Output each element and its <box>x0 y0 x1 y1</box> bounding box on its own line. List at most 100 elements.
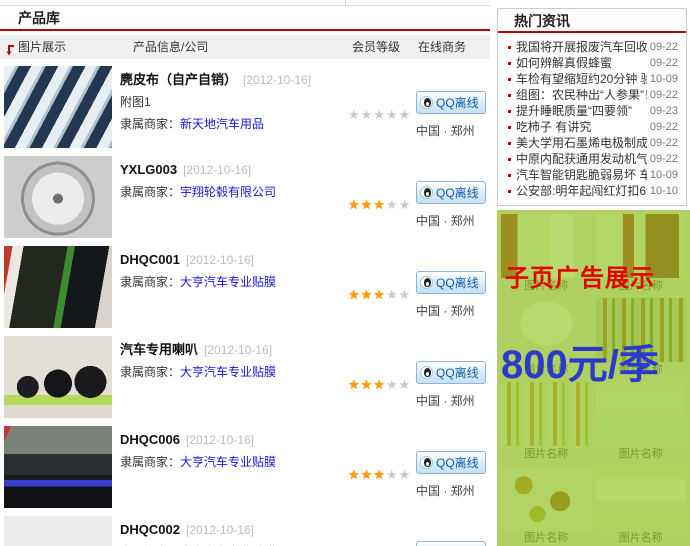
qq-penguin-icon <box>420 456 433 469</box>
hot-news-panel: 热门资讯 我国将开展报废汽车回收拆解09-22 如何辨解真假蜂蜜09-22 车检… <box>497 8 687 206</box>
page: 产品库 图片展示 产品信息/公司 会员等级 在线商务 麂皮布（自产自销） [201… <box>0 0 690 546</box>
table-header: 图片展示 产品信息/公司 会员等级 在线商务 <box>0 35 490 59</box>
member-level-stars: ★★★★★ <box>348 467 411 483</box>
product-title-link[interactable]: DHQC001 <box>120 252 180 267</box>
news-item[interactable]: 中原内配获通用发动机气缸套09-22 <box>506 151 678 167</box>
news-date: 10-09 <box>647 167 678 183</box>
news-item[interactable]: 我国将开展报废汽车回收拆解09-22 <box>506 39 678 55</box>
product-image[interactable] <box>4 246 112 328</box>
product-date: [2012-10-16] <box>183 163 251 177</box>
news-date: 09-22 <box>647 135 678 151</box>
table-row: 汽车专用喇叭 [2012-10-16] 隶属商家：大亨汽车专业贴膜 ★★★★★ Q… <box>0 333 490 423</box>
qq-offline-button[interactable]: QQ离线 <box>416 541 486 546</box>
news-date: 09-23 <box>647 103 678 119</box>
product-date: [2012-10-16] <box>186 523 254 537</box>
product-rows: 麂皮布（自产自销）[2012-10-16] 附图1 隶属商家：新天地汽车用品 ★… <box>0 63 490 546</box>
bullet-icon <box>508 190 511 193</box>
merchant-line: 隶属商家：大亨汽车专业贴膜 <box>120 361 350 383</box>
news-item[interactable]: 如何辨解真假蜂蜜09-22 <box>506 55 678 71</box>
bullet-icon <box>508 142 511 145</box>
member-level-stars: ★★★★★ <box>348 377 411 393</box>
bullet-icon <box>508 158 511 161</box>
merchant-line: 隶属商家：大亨汽车专业贴膜 <box>120 271 350 293</box>
product-info: DHQC001 [2012-10-16] 隶属商家：大亨汽车专业贴膜 <box>120 249 350 293</box>
product-location: 中国 · 郑州 <box>416 302 488 319</box>
product-date: [2012-10-16] <box>186 253 254 267</box>
column-header-image: 图片展示 <box>18 35 66 59</box>
product-image[interactable] <box>4 66 112 148</box>
news-item[interactable]: 美大学用石墨烯电极制成锂电09-22 <box>506 135 678 151</box>
merchant-link[interactable]: 宇翔轮毂有限公司 <box>180 185 276 199</box>
table-row: 麂皮布（自产自销）[2012-10-16] 附图1 隶属商家：新天地汽车用品 ★… <box>0 63 490 153</box>
qq-offline-button[interactable]: QQ离线 <box>416 181 486 204</box>
table-row: YXLG003[2012-10-16] 隶属商家：宇翔轮毂有限公司 ★★★★★ … <box>0 153 490 243</box>
online-business-cell: QQ离线 中国 · 郑州 <box>416 541 488 546</box>
qq-penguin-icon <box>420 186 433 199</box>
bullet-icon <box>508 78 511 81</box>
news-date: 09-22 <box>647 151 678 167</box>
qq-offline-button[interactable]: QQ离线 <box>416 451 486 474</box>
product-location: 中国 · 郑州 <box>416 122 488 139</box>
bullet-icon <box>508 62 511 65</box>
news-item[interactable]: 公安部:明年起闯红灯扣6分 挡10-10 <box>506 183 678 199</box>
product-location: 中国 · 郑州 <box>416 392 488 409</box>
bullet-icon <box>508 110 511 113</box>
product-location: 中国 · 郑州 <box>416 482 488 499</box>
news-date: 09-22 <box>647 55 678 71</box>
product-title-link[interactable]: 麂皮布（自产自销） <box>120 72 237 87</box>
product-title-link[interactable]: 汽车专用喇叭 <box>120 342 198 357</box>
news-date: 09-22 <box>647 39 678 55</box>
member-level-stars: ★★★★★ <box>348 107 411 123</box>
product-image[interactable] <box>4 336 112 418</box>
news-item[interactable]: 车检有望缩短约20分钟 验车将10-09 <box>506 71 678 87</box>
qq-offline-button[interactable]: QQ离线 <box>416 361 486 384</box>
qq-offline-button[interactable]: QQ离线 <box>416 91 486 114</box>
news-date: 09-22 <box>647 87 678 103</box>
bullet-icon <box>508 46 511 49</box>
online-business-cell: QQ离线 中国 · 郑州 <box>416 181 488 229</box>
product-date: [2012-10-16] <box>204 343 272 357</box>
news-item[interactable]: 组图：农民种出“人参果”！09-22 <box>506 87 678 103</box>
product-title-link[interactable]: DHQC002 <box>120 522 180 537</box>
product-date: [2012-10-16] <box>243 73 311 87</box>
product-info: DHQC006 [2012-10-16] 隶属商家：大亨汽车专业贴膜 <box>120 429 350 473</box>
merchant-label: 隶属商家： <box>120 185 180 199</box>
merchant-line: 隶属商家：大亨汽车专业贴膜 <box>120 451 350 473</box>
news-date: 10-09 <box>647 71 678 87</box>
merchant-label: 隶属商家： <box>120 365 180 379</box>
product-image[interactable] <box>4 426 112 508</box>
news-date: 09-22 <box>647 119 678 135</box>
merchant-link[interactable]: 大亨汽车专业贴膜 <box>180 275 276 289</box>
column-header-level: 会员等级 <box>352 35 400 59</box>
merchant-label: 隶属商家： <box>120 455 180 469</box>
member-level-stars: ★★★★★ <box>348 287 411 303</box>
product-title-link[interactable]: YXLG003 <box>120 162 177 177</box>
ad-slot-label: 子页广告展示 <box>505 258 655 293</box>
online-business-cell: QQ离线 中国 · 郑州 <box>416 451 488 499</box>
product-image[interactable] <box>4 156 112 238</box>
news-item[interactable]: 吃柿子 有讲究09-22 <box>506 119 678 135</box>
corner-arrow-icon <box>6 41 16 53</box>
merchant-link[interactable]: 大亨汽车专业贴膜 <box>180 455 276 469</box>
qq-offline-button[interactable]: QQ离线 <box>416 271 486 294</box>
qq-penguin-icon <box>420 366 433 379</box>
bullet-icon <box>508 126 511 129</box>
table-row: DHQC006[2012-10-16] 隶属商家：大亨汽车专业贴膜 ★★★★★ … <box>0 423 490 513</box>
merchant-link[interactable]: 新天地汽车用品 <box>180 117 264 131</box>
bullet-icon <box>508 94 511 97</box>
product-title-link[interactable]: DHQC006 <box>120 432 180 447</box>
product-image[interactable] <box>4 516 112 546</box>
merchant-line: 隶属商家：宇翔轮毂有限公司 <box>120 181 350 203</box>
merchant-line: 隶属商家：大亨汽车专业贴膜 <box>120 541 350 546</box>
news-item[interactable]: 提升睡眠质量“四要领”09-23 <box>506 103 678 119</box>
news-item[interactable]: 汽车智能钥匙脆弱易坏 车主需10-09 <box>506 167 678 183</box>
column-header-online: 在线商务 <box>418 35 466 59</box>
merchant-label: 隶属商家： <box>120 275 180 289</box>
page-title: 产品库 <box>0 5 490 31</box>
ad-price-label: 800元/季 <box>501 332 659 390</box>
column-header-info: 产品信息/公司 <box>133 35 208 59</box>
product-date: [2012-10-16] <box>186 433 254 447</box>
sidebar-ad-banner[interactable]: 图片名称 图片名称 图片名称 图片名称 图片名称 图片名称 图片名称 图片名称 … <box>497 210 690 546</box>
news-date: 10-10 <box>647 183 678 199</box>
merchant-link[interactable]: 大亨汽车专业贴膜 <box>180 365 276 379</box>
